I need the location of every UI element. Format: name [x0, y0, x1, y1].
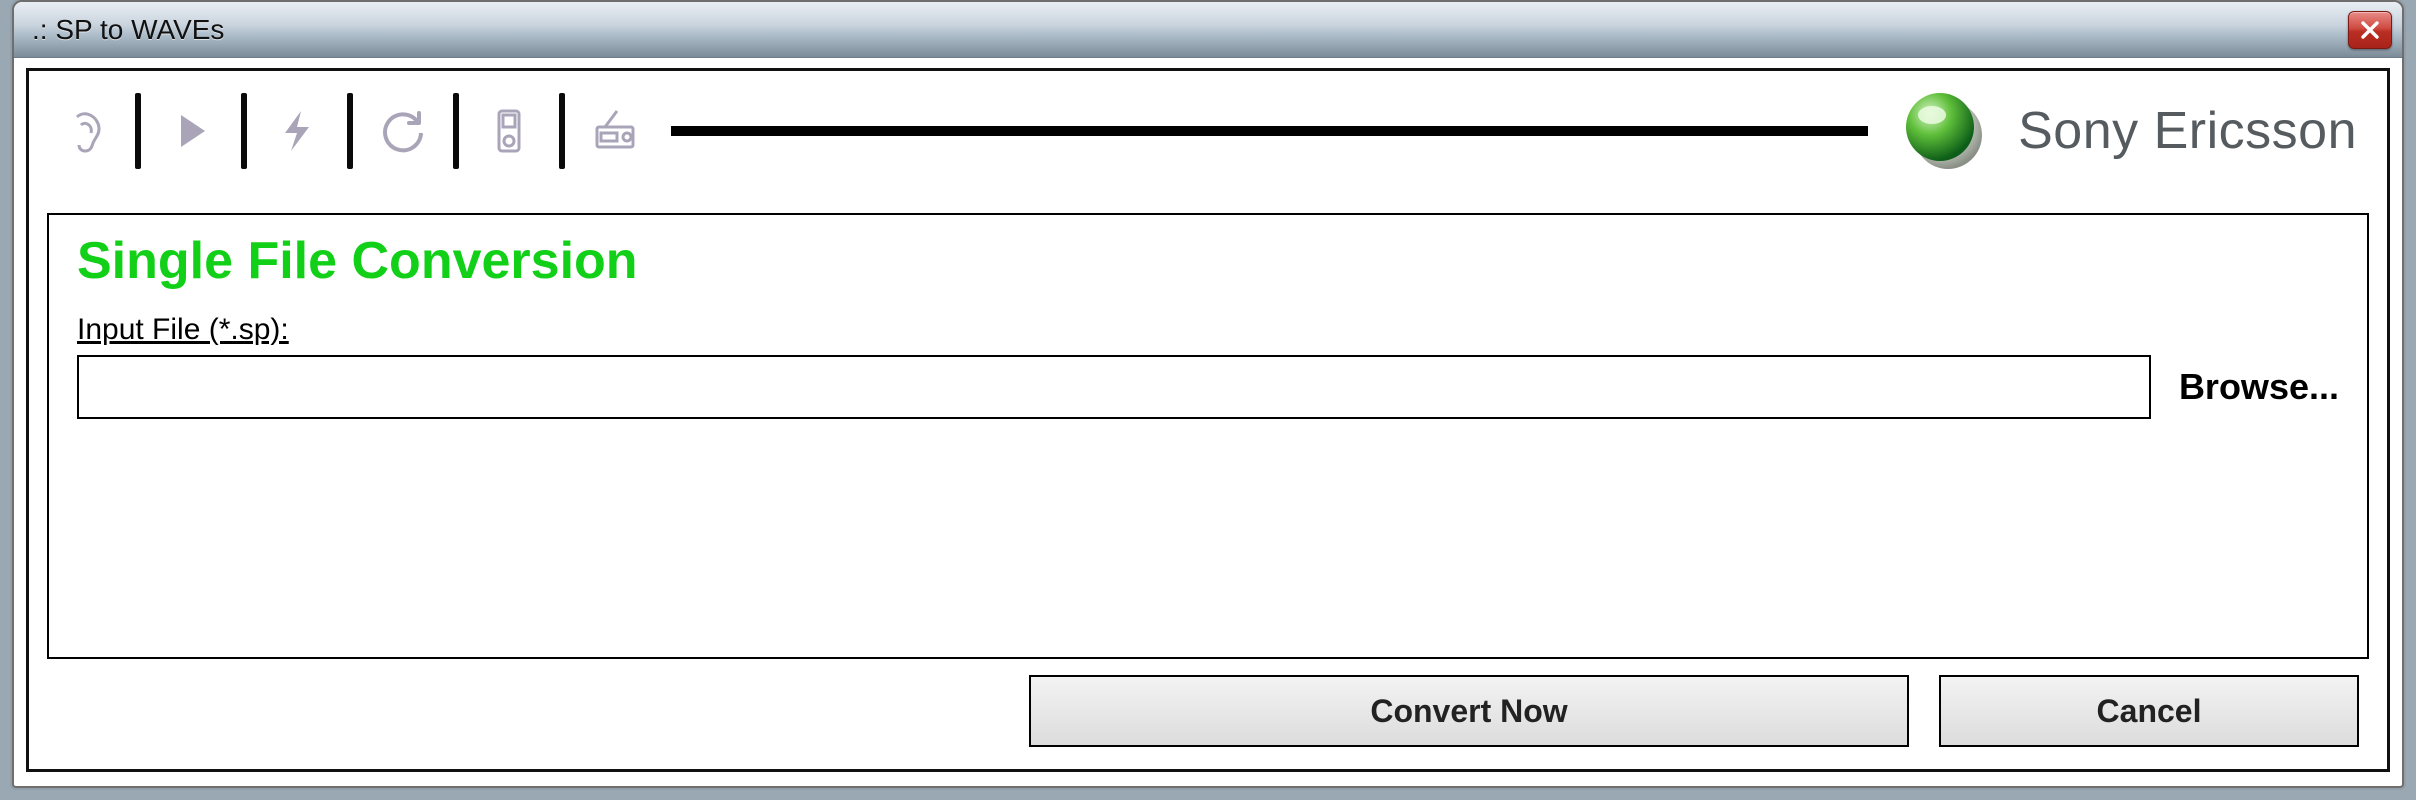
convert-now-button[interactable]: Convert Now: [1029, 675, 1909, 747]
play-icon[interactable]: [163, 103, 219, 159]
lightning-icon[interactable]: [269, 103, 325, 159]
toolbar: Sony Ericsson: [29, 71, 2387, 191]
window-title: .: SP to WAVEs: [32, 14, 2348, 46]
input-file-input[interactable]: [77, 355, 2151, 419]
close-button[interactable]: [2348, 11, 2392, 49]
input-file-field: Input File (*.sp): Browse...: [77, 313, 2339, 419]
brand-text: Sony Ericsson: [2018, 101, 2357, 161]
titlebar[interactable]: .: SP to WAVEs: [14, 2, 2402, 58]
toolbar-separator: [559, 93, 565, 169]
action-button-row: Convert Now Cancel: [1029, 675, 2359, 747]
ear-icon[interactable]: [57, 103, 113, 159]
cancel-button[interactable]: Cancel: [1939, 675, 2359, 747]
device-icon[interactable]: [481, 103, 537, 159]
input-file-label: Input File (*.sp):: [77, 313, 289, 347]
client-area: Sony Ericsson Single File Conversion Inp…: [26, 68, 2390, 772]
toolbar-separator: [241, 93, 247, 169]
toolbar-separator: [453, 93, 459, 169]
app-window: .: SP to WAVEs: [12, 0, 2404, 788]
toolbar-divider-line: [671, 126, 1868, 136]
browse-button[interactable]: Browse...: [2179, 366, 2339, 408]
conversion-panel: Single File Conversion Input File (*.sp)…: [47, 213, 2369, 659]
toolbar-separator: [135, 93, 141, 169]
radio-icon[interactable]: [587, 103, 643, 159]
brand-logo-icon: [1902, 89, 1986, 173]
panel-title: Single File Conversion: [77, 231, 2339, 291]
refresh-icon[interactable]: [375, 103, 431, 159]
toolbar-separator: [347, 93, 353, 169]
close-icon: [2360, 20, 2380, 40]
